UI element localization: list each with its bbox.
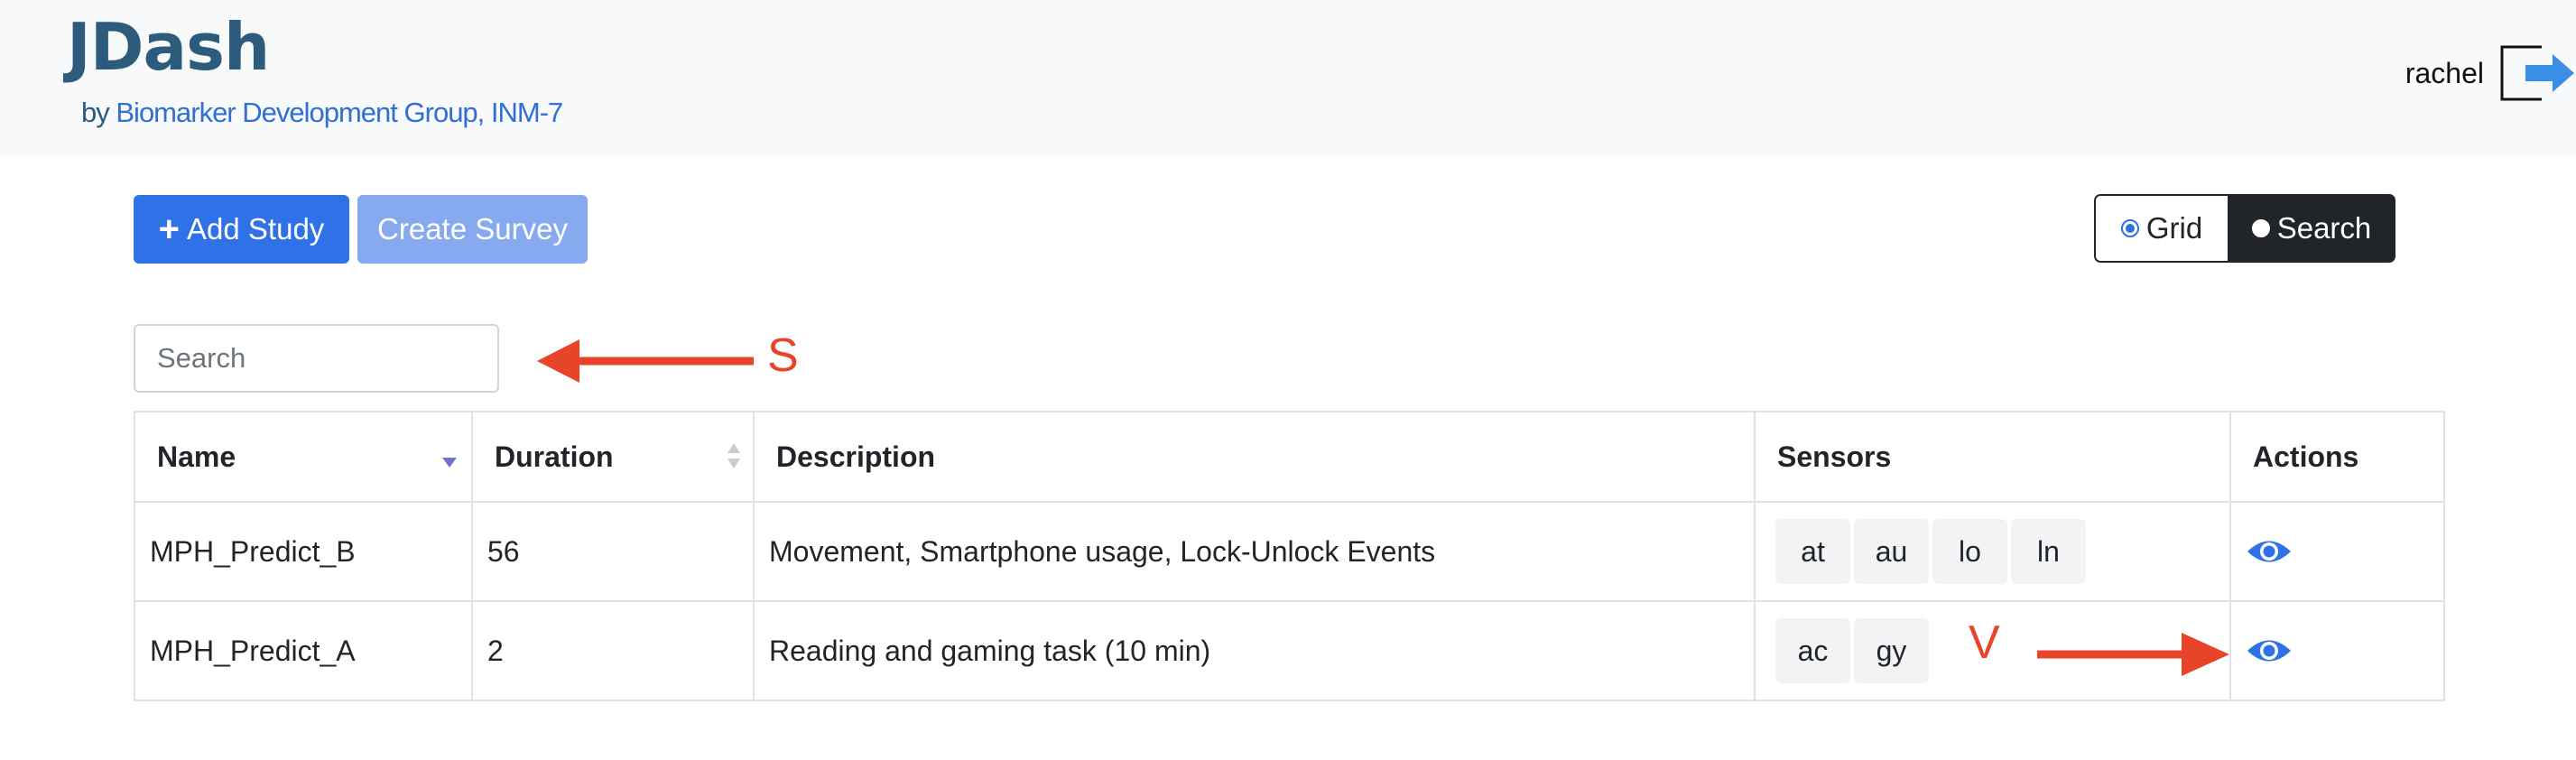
org-link[interactable]: Biomarker Development Group, INM-7 (116, 97, 563, 128)
column-header-description: Description (753, 411, 1756, 503)
search-view-option[interactable]: Search (2228, 194, 2395, 263)
study-actions (2229, 501, 2445, 602)
study-sensors: at au lo ln (1754, 501, 2231, 602)
eye-icon[interactable] (2246, 635, 2293, 666)
sort-desc-icon (442, 458, 457, 468)
sensor-chip: at (1775, 519, 1850, 584)
username: rachel (2405, 56, 2484, 89)
byline-prefix: by (81, 97, 110, 128)
sensor-chip: au (1854, 519, 1929, 584)
sensor-chip: ac (1775, 618, 1850, 683)
column-header-duration-label: Duration (495, 440, 614, 473)
table-row: MPH_Predict_B 56 Movement, Smartphone us… (134, 501, 2445, 602)
search-radio[interactable] (2251, 219, 2270, 237)
annotation-label-v: V (1969, 616, 2000, 669)
table-header-row: Name Duration Description Sensors Action… (134, 411, 2445, 503)
add-study-label: Add Study (187, 212, 325, 246)
logout-icon[interactable] (2497, 43, 2576, 103)
column-header-actions: Actions (2229, 411, 2445, 503)
create-survey-button[interactable]: Create Survey (357, 195, 588, 264)
plus-icon: + (158, 209, 181, 249)
add-study-button[interactable]: + Add Study (134, 195, 349, 264)
column-header-name[interactable]: Name (134, 411, 473, 503)
brand-title[interactable]: JDash (67, 9, 270, 85)
study-name: MPH_Predict_A (134, 600, 473, 701)
study-description: Reading and gaming task (10 min) (753, 600, 1756, 701)
study-duration: 56 (471, 501, 755, 602)
column-header-name-label: Name (157, 440, 236, 473)
user-area: rachel (2405, 43, 2576, 103)
column-header-duration[interactable]: Duration (471, 411, 755, 503)
eye-icon[interactable] (2246, 536, 2293, 567)
byline: by Biomarker Development Group, INM-7 (81, 97, 563, 129)
grid-view-option[interactable]: Grid (2094, 194, 2228, 263)
create-survey-label: Create Survey (377, 212, 568, 246)
column-header-sensors: Sensors (1754, 411, 2231, 503)
search-view-label: Search (2276, 211, 2372, 245)
annotation-arrow-view (2037, 633, 2229, 676)
app-header: JDash by Biomarker Development Group, IN… (0, 0, 2576, 158)
sensor-chip: lo (1932, 519, 2007, 584)
view-toggle: Grid Search (2094, 194, 2395, 263)
sensor-chip: gy (1854, 618, 1929, 683)
grid-radio[interactable] (2120, 219, 2139, 237)
study-duration: 2 (471, 600, 755, 701)
search-input[interactable] (134, 324, 499, 393)
study-name: MPH_Predict_B (134, 501, 473, 602)
annotation-arrow-search (537, 339, 754, 383)
study-actions (2229, 600, 2445, 701)
grid-label: Grid (2145, 211, 2203, 245)
sensor-chip: ln (2011, 519, 2086, 584)
sort-icon (727, 443, 742, 472)
annotation-label-s: S (767, 329, 799, 382)
study-description: Movement, Smartphone usage, Lock-Unlock … (753, 501, 1756, 602)
